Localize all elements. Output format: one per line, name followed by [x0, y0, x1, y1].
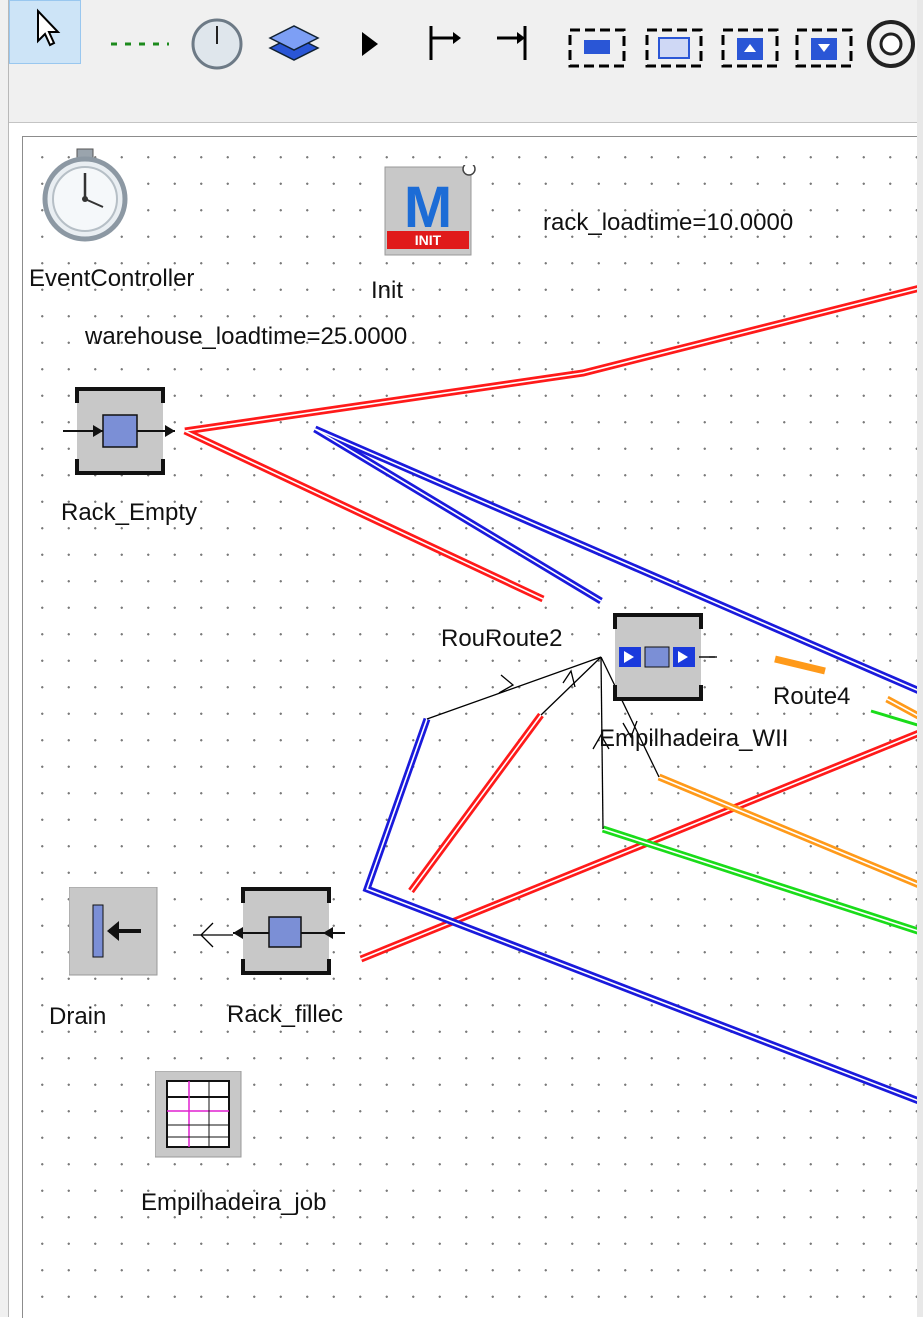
pointer-icon — [37, 8, 61, 47]
clock-tool-button[interactable] — [189, 14, 249, 70]
empilhadeira-wip-object[interactable] — [611, 613, 721, 708]
layers-tool-button[interactable] — [264, 14, 324, 70]
step-out-icon — [497, 26, 527, 60]
init-method-object[interactable]: M INIT — [383, 162, 479, 266]
warehouse-loadtime-variable[interactable]: warehouse_loadtime=25.0000 — [85, 325, 407, 349]
stopwatch-icon — [191, 18, 243, 70]
init-glyph: M — [404, 175, 452, 240]
rack-empty-label: Rack_Empty — [61, 499, 198, 526]
pointer-tool-button[interactable] — [9, 0, 81, 64]
drain-icon — [68, 886, 158, 976]
rack-empty-object[interactable] — [63, 387, 183, 482]
connector-tool-button[interactable] — [109, 14, 179, 70]
play-icon — [362, 32, 378, 56]
buffer-icon — [63, 387, 175, 475]
empilhadeira-wip-label: Empilhadeira_WII — [599, 725, 789, 752]
stopwatch-icon — [42, 148, 128, 242]
move-down-icon — [795, 28, 853, 68]
workstation-icon — [613, 613, 715, 701]
table-icon — [154, 1070, 242, 1158]
connector-icon — [111, 42, 169, 46]
drain-label: Drain — [49, 1003, 107, 1030]
move-up-icon — [721, 28, 779, 68]
frame-icon — [568, 28, 626, 68]
rack-loadtime-variable[interactable]: rack_loadtime=10.0000 — [543, 211, 793, 235]
route-green — [601, 825, 923, 937]
left-panel-border — [0, 0, 9, 1317]
route4-label: Route4 — [773, 683, 851, 710]
drain-object[interactable] — [68, 886, 159, 982]
route2-label: RouRoute2 — [441, 625, 563, 652]
rack-filled-label: Rack_fillec — [227, 1001, 344, 1028]
play-tool-button[interactable] — [354, 14, 394, 70]
buffer-icon — [233, 887, 345, 975]
event-controller-label: EventController — [29, 265, 195, 292]
rack-filled-object[interactable] — [229, 887, 349, 982]
move-down-tool-button[interactable] — [791, 14, 857, 70]
refresh-icon — [867, 20, 915, 68]
step-out-tool-button[interactable] — [489, 14, 539, 70]
step-in-icon — [429, 26, 461, 60]
grid-frame-icon — [645, 28, 703, 68]
init-method-icon: M INIT — [384, 162, 476, 256]
empilhadeira-jobs-label: Empilhadeira_job — [141, 1189, 327, 1216]
event-controller-object[interactable] — [37, 147, 133, 248]
toolbar — [9, 0, 923, 123]
right-panel-border — [917, 0, 923, 1317]
grid-frame-tool-button[interactable] — [641, 14, 707, 70]
empilhadeira-jobs-object[interactable] — [154, 1070, 245, 1166]
refresh-tool-button[interactable] — [861, 14, 921, 70]
init-label: Init — [371, 277, 404, 304]
frame-tool-button[interactable] — [564, 14, 630, 70]
model-canvas[interactable]: EventController M INIT Init rack_loadtim… — [22, 136, 923, 1318]
move-up-tool-button[interactable] — [717, 14, 783, 70]
layers-icon — [268, 25, 320, 61]
init-badge: INIT — [415, 232, 442, 248]
step-in-tool-button[interactable] — [419, 14, 469, 70]
route-blue — [313, 425, 923, 1107]
